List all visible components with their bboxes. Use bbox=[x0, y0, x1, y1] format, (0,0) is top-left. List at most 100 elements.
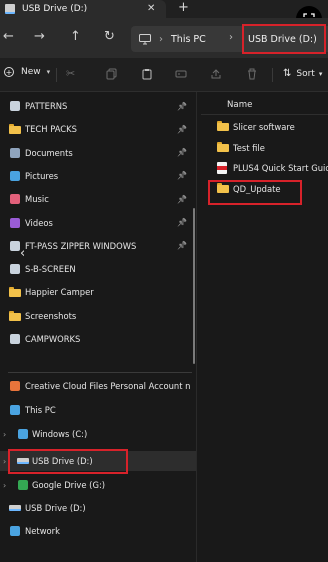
person-folder-icon bbox=[9, 333, 21, 345]
tab-usb-drive[interactable]: USB Drive (D:) ✕ bbox=[0, 0, 166, 18]
toolbar-divider bbox=[56, 68, 57, 82]
delete-icon[interactable] bbox=[246, 68, 258, 80]
sidebar-item-label: Network bbox=[25, 526, 60, 536]
plus-icon: + bbox=[4, 67, 14, 77]
sidebar-item[interactable]: PATTERNS 📌 bbox=[0, 96, 196, 116]
command-bar: + New ▾ ✂ ⇅ Sort ▾ bbox=[0, 58, 328, 92]
pin-icon[interactable]: 📌 bbox=[177, 241, 187, 250]
copy-icon[interactable] bbox=[106, 68, 118, 80]
monitor-icon bbox=[139, 33, 151, 44]
nav-divider bbox=[8, 372, 192, 373]
pin-icon[interactable]: 📌 bbox=[177, 148, 187, 157]
nav-scrollbar[interactable] bbox=[193, 208, 195, 364]
sidebar-item[interactable]: TECH PACKS 📌 bbox=[0, 119, 196, 139]
chevron-down-icon: ▾ bbox=[318, 69, 323, 78]
sidebar-item[interactable]: › Google Drive (G:) bbox=[0, 475, 196, 495]
usb-drive-icon bbox=[5, 4, 15, 14]
new-button[interactable]: + New ▾ bbox=[4, 67, 50, 77]
sort-arrows-icon: ⇅ bbox=[283, 68, 292, 79]
name-column-header[interactable]: Name bbox=[227, 100, 252, 110]
sort-button[interactable]: ⇅ Sort ▾ bbox=[283, 68, 322, 79]
close-tab-icon[interactable]: ✕ bbox=[147, 2, 155, 16]
pin-icon[interactable]: 📌 bbox=[177, 195, 187, 204]
sidebar-item-label: TECH PACKS bbox=[25, 124, 77, 135]
this-pc-icon bbox=[9, 404, 21, 416]
file-list-item[interactable]: Test file bbox=[197, 138, 328, 158]
chevron-down-icon: ▾ bbox=[46, 68, 51, 76]
up-button[interactable]: ↑ bbox=[70, 28, 81, 46]
qd-update-highlight-box bbox=[208, 180, 302, 205]
folder-icon bbox=[9, 286, 21, 298]
tab-bar: USB Drive (D:) ✕ + bbox=[0, 0, 328, 18]
sidebar-item[interactable]: CAMPWORKS bbox=[0, 329, 196, 349]
new-label: New bbox=[21, 67, 41, 77]
sidebar-item[interactable]: USB Drive (D:) bbox=[0, 498, 196, 518]
file-list-item[interactable]: PLUS4 Quick Start Guide bbox=[197, 158, 328, 178]
cut-icon[interactable]: ✂ bbox=[66, 67, 75, 81]
new-tab-button[interactable]: + bbox=[178, 1, 189, 15]
sidebar-item-label: Music bbox=[25, 194, 49, 205]
person-folder-icon bbox=[9, 263, 21, 275]
sidebar-item[interactable]: Pictures 📌 bbox=[0, 166, 196, 186]
pin-icon[interactable]: 📌 bbox=[177, 218, 187, 227]
sidebar-item-label: Creative Cloud Files Personal Account na… bbox=[25, 381, 191, 391]
music-icon bbox=[9, 193, 21, 205]
sidebar-item[interactable]: Network bbox=[0, 521, 196, 541]
pin-icon[interactable]: 📌 bbox=[177, 125, 187, 134]
sidebar-item[interactable]: Screenshots bbox=[0, 306, 196, 326]
pin-icon[interactable]: 📌 bbox=[177, 102, 187, 111]
pin-icon[interactable]: 📌 bbox=[177, 171, 187, 180]
folder-icon bbox=[217, 142, 229, 154]
collapse-arrow-icon[interactable]: ‹ bbox=[20, 246, 25, 261]
sidebar-item[interactable]: › Windows (C:) bbox=[0, 424, 196, 444]
sidebar-item[interactable]: FT-PASS ZIPPER WINDOWS 📌 bbox=[0, 236, 196, 256]
chevron-right-icon[interactable]: › bbox=[3, 457, 6, 466]
chevron-right-icon[interactable]: › bbox=[3, 481, 6, 490]
sidebar-item[interactable]: Creative Cloud Files Personal Account na… bbox=[0, 376, 196, 396]
sidebar-item-label: This PC bbox=[25, 405, 56, 415]
sidebar-item-label: Screenshots bbox=[25, 310, 77, 321]
breadcrumb-usb-drive[interactable]: USB Drive (D:) bbox=[242, 24, 326, 54]
rename-icon[interactable] bbox=[175, 68, 187, 80]
sidebar-item[interactable]: Happier Camper bbox=[0, 282, 196, 302]
sidebar-item[interactable]: This PC bbox=[0, 400, 196, 420]
toolbar-divider bbox=[272, 68, 273, 82]
sidebar-item-label: Documents bbox=[25, 147, 73, 158]
file-list-item[interactable]: Slicer software bbox=[197, 117, 328, 137]
address-bar[interactable]: › This PC › USB Drive (D:) bbox=[131, 24, 328, 54]
navigation-pane: PATTERNS 📌 TECH PACKS 📌 Documents 📌 Pictures 📌 M… bbox=[0, 92, 196, 562]
sidebar-item[interactable]: Music 📌 bbox=[0, 189, 196, 209]
paste-icon[interactable] bbox=[141, 68, 153, 80]
file-name: Slicer software bbox=[233, 122, 295, 132]
sidebar-item-label: Happier Camper bbox=[25, 287, 94, 298]
usb-drive-highlight-box bbox=[8, 449, 128, 474]
back-button[interactable]: ← bbox=[3, 28, 14, 46]
navigation-bar: ← → ↑ ↻ › This PC › USB Drive (D:) bbox=[0, 18, 328, 58]
sidebar-item-label: Videos bbox=[25, 217, 53, 228]
sidebar-item-label: FT-PASS ZIPPER WINDOWS bbox=[25, 240, 137, 251]
pdf-icon bbox=[217, 162, 227, 174]
header-divider bbox=[201, 114, 328, 115]
sidebar-item-label: PATTERNS bbox=[25, 101, 68, 111]
chevron-right-icon[interactable]: › bbox=[3, 430, 6, 439]
breadcrumb-separator: › bbox=[229, 32, 233, 43]
sidebar-item[interactable]: Videos 📌 bbox=[0, 213, 196, 233]
sidebar-item-label: S-B-SCREEN bbox=[25, 264, 76, 275]
file-name: PLUS4 Quick Start Guide bbox=[233, 163, 328, 173]
folder-icon bbox=[9, 123, 21, 135]
refresh-button[interactable]: ↻ bbox=[104, 28, 115, 46]
pictures-icon bbox=[9, 170, 21, 182]
sidebar-item[interactable]: Documents 📌 bbox=[0, 143, 196, 163]
forward-button[interactable]: → bbox=[34, 28, 45, 46]
creative-cloud-icon bbox=[9, 380, 21, 392]
share-icon[interactable] bbox=[210, 68, 222, 80]
breadcrumb-this-pc[interactable]: This PC bbox=[171, 34, 206, 45]
google-drive-icon bbox=[17, 479, 29, 491]
sidebar-item-label: Google Drive (G:) bbox=[32, 480, 106, 490]
windows-drive-icon bbox=[17, 428, 29, 440]
usb-drive-icon bbox=[9, 502, 21, 514]
tab-title: USB Drive (D:) bbox=[22, 4, 88, 14]
videos-icon bbox=[9, 217, 21, 229]
sidebar-item-label: CAMPWORKS bbox=[25, 334, 81, 344]
sidebar-item[interactable]: S-B-SCREEN bbox=[0, 259, 196, 279]
